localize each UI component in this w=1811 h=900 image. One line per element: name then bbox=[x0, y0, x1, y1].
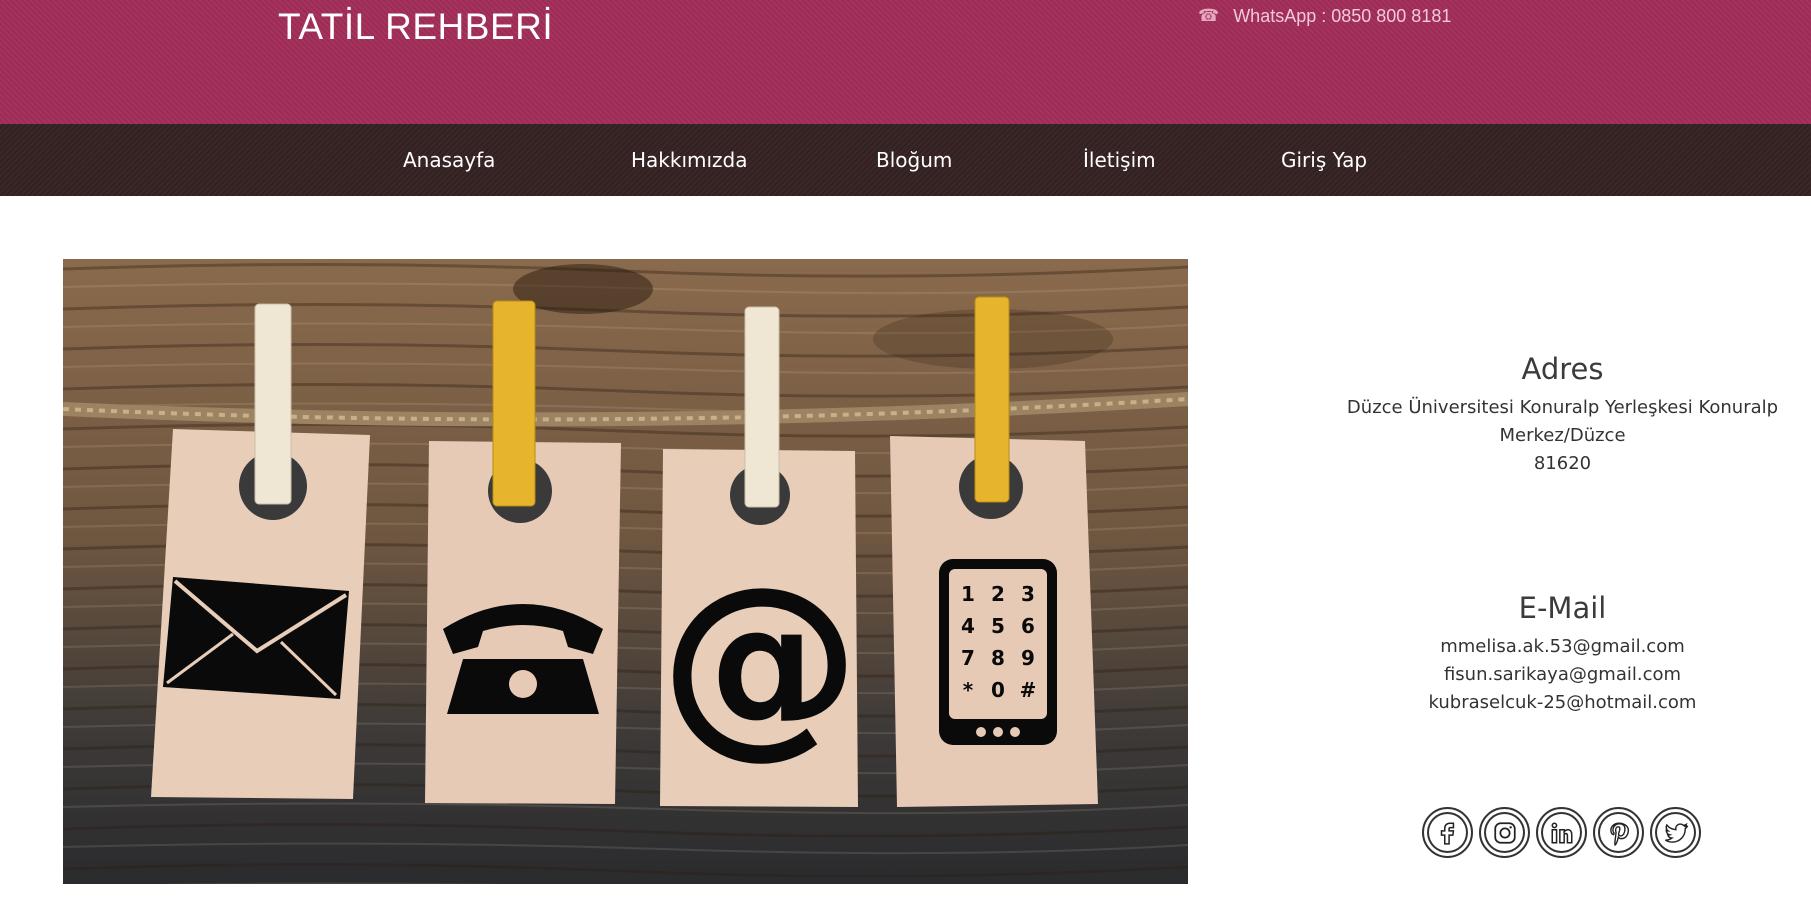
main-nav: Anasayfa Hakkımızda Bloğum İletişim Giri… bbox=[0, 124, 1811, 196]
address-line: Düzce Üniversitesi Konuralp Yerleşkesi K… bbox=[1346, 397, 1779, 418]
contact-hero-image: @ 1 2 3 4 5 6 7 8 9 * 0 # bbox=[63, 259, 1188, 884]
email-link[interactable]: kubraselcuk-25@hotmail.com bbox=[1310, 689, 1811, 717]
keypad-key: 6 bbox=[1021, 614, 1035, 638]
at-sign-icon: @ bbox=[660, 544, 860, 777]
keypad-key: 2 bbox=[991, 582, 1005, 606]
facebook-icon[interactable] bbox=[1422, 807, 1473, 858]
mobile-phone-icon: 1 2 3 4 5 6 7 8 9 * 0 # bbox=[939, 559, 1057, 745]
keypad-key: 3 bbox=[1021, 582, 1035, 606]
keypad-key: 5 bbox=[991, 614, 1005, 638]
whatsapp-contact[interactable]: ☎ WhatsApp : 0850 800 8181 bbox=[1198, 4, 1451, 28]
keypad-key: # bbox=[1020, 678, 1037, 702]
phone-icon: ☎ bbox=[1198, 6, 1220, 25]
keypad-key: 4 bbox=[961, 614, 975, 638]
twitter-icon[interactable] bbox=[1650, 807, 1701, 858]
email-link[interactable]: fisun.sarikaya@gmail.com bbox=[1310, 661, 1811, 689]
address-block: Adres Düzce Üniversitesi Konuralp Yerleş… bbox=[1310, 352, 1811, 478]
keypad-key: 7 bbox=[961, 646, 975, 670]
telephone-icon bbox=[443, 604, 603, 714]
nav-item-login[interactable]: Giriş Yap bbox=[1281, 124, 1367, 196]
address-line: 81620 bbox=[1533, 453, 1592, 474]
top-header: TATİL REHBERİ ☎ WhatsApp : 0850 800 8181 bbox=[0, 0, 1811, 124]
address-title: Adres bbox=[1521, 352, 1604, 386]
pinterest-icon[interactable] bbox=[1593, 807, 1644, 858]
keypad-key: 8 bbox=[991, 646, 1005, 670]
keypad-key: 9 bbox=[1021, 646, 1035, 670]
nav-item-blog[interactable]: Bloğum bbox=[876, 124, 952, 196]
keypad-key: 1 bbox=[961, 582, 975, 606]
envelope-icon bbox=[163, 577, 349, 699]
linkedin-icon[interactable] bbox=[1536, 807, 1587, 858]
nav-item-home[interactable]: Anasayfa bbox=[403, 124, 495, 196]
email-title: E-Mail bbox=[1518, 591, 1607, 625]
email-link[interactable]: mmelisa.ak.53@gmail.com bbox=[1310, 633, 1811, 661]
site-title[interactable]: TATİL REHBERİ bbox=[278, 6, 553, 48]
email-block: E-Mail mmelisa.ak.53@gmail.com fisun.sar… bbox=[1310, 591, 1811, 717]
keypad-key: 0 bbox=[991, 678, 1005, 702]
nav-item-about[interactable]: Hakkımızda bbox=[631, 124, 748, 196]
keypad-key: * bbox=[963, 678, 974, 702]
nav-item-contact[interactable]: İletişim bbox=[1083, 124, 1156, 196]
whatsapp-text: WhatsApp : 0850 800 8181 bbox=[1233, 5, 1452, 26]
social-links bbox=[1422, 807, 1701, 858]
instagram-icon[interactable] bbox=[1479, 807, 1530, 858]
address-line: Merkez/Düzce bbox=[1499, 425, 1626, 446]
